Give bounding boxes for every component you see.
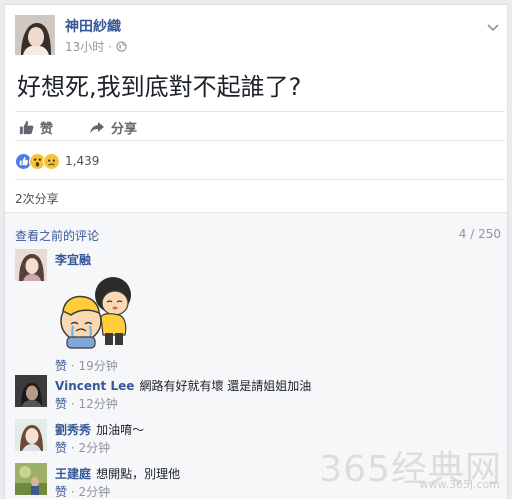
author-avatar[interactable] xyxy=(15,15,55,55)
comment-like-link[interactable]: 赞 xyxy=(55,359,67,373)
comment-body: 劉秀秀 加油唷～ xyxy=(55,419,144,438)
share-label: 分享 xyxy=(111,122,138,137)
like-label: 赞 xyxy=(40,122,54,137)
chevron-down-icon[interactable] xyxy=(485,19,501,35)
post-author-name[interactable]: 神田紗織 xyxy=(65,16,121,36)
comment-time[interactable]: 2分钟 xyxy=(79,441,111,455)
comment-meta: 赞 · 19分钟 xyxy=(55,357,118,374)
comment-item: Vincent Lee 網路有好就有壞 還是請姐姐加油 赞 · 12分钟 xyxy=(15,375,495,411)
comment-meta: 赞 · 12分钟 xyxy=(55,395,118,412)
share-button[interactable]: 分享 xyxy=(89,118,137,137)
commenter-name[interactable]: 王建庭 xyxy=(55,467,91,481)
crying-sticker-icon[interactable] xyxy=(55,269,141,349)
comment-like-link[interactable]: 赞 xyxy=(55,441,67,455)
globe-icon xyxy=(116,41,127,52)
thumbs-up-icon xyxy=(19,120,34,135)
commenter-name[interactable]: 李宜融 xyxy=(55,253,91,267)
post-actions: 赞 分享 xyxy=(15,111,505,141)
comment-text: 想開點，別理他 xyxy=(96,467,181,481)
comment-body: 王建庭 想開點，別理他 xyxy=(55,463,180,482)
sad-icon xyxy=(43,152,60,170)
comment-page-count: 4 / 250 xyxy=(458,227,501,241)
meta-separator: · xyxy=(70,397,75,411)
comment-body: Vincent Lee 網路有好就有壞 還是請姐姐加油 xyxy=(55,375,311,394)
post-meta: 13小时 · xyxy=(65,38,127,55)
like-button[interactable]: 赞 xyxy=(19,118,53,137)
view-previous-comments-link[interactable]: 查看之前的评论 xyxy=(15,227,99,244)
post-text: 好想死,我到底對不起誰了? xyxy=(17,73,302,101)
comment-text: 加油唷～ xyxy=(96,423,145,437)
commenter-name[interactable]: Vincent Lee xyxy=(55,379,134,393)
commenter-name[interactable]: 劉秀秀 xyxy=(55,423,91,437)
meta-separator: · xyxy=(70,359,75,373)
comment-text: 網路有好就有壞 還是請姐姐加油 xyxy=(139,379,312,393)
comment-meta: 赞 · 2分钟 xyxy=(55,439,110,456)
post-card: 神田紗織 13小时 · 好想死,我到底對不起誰了? 赞 分享 1,439 2次分… xyxy=(4,4,508,499)
comment-body: 李宜融 xyxy=(55,249,91,268)
comment-like-link[interactable]: 赞 xyxy=(55,485,67,499)
commenter-avatar[interactable] xyxy=(15,249,47,281)
comment-item: 李宜融 赞 · 19分钟 xyxy=(15,249,495,373)
reactions-summary[interactable]: 1,439 xyxy=(15,151,99,171)
post-time[interactable]: 13小时 xyxy=(65,38,104,55)
meta-separator: · xyxy=(70,441,75,455)
reaction-count: 1,439 xyxy=(65,154,100,168)
share-count[interactable]: 2次分享 xyxy=(15,190,59,207)
commenter-avatar[interactable] xyxy=(15,463,47,495)
meta-separator: · xyxy=(70,485,75,499)
commenter-avatar[interactable] xyxy=(15,419,47,451)
comment-time[interactable]: 12分钟 xyxy=(79,397,118,411)
meta-separator: · xyxy=(108,39,113,54)
comment-time[interactable]: 19分钟 xyxy=(79,359,118,373)
watermark-url: www.365j.com xyxy=(419,478,500,491)
comment-meta: 赞 · 2分钟 xyxy=(55,483,110,499)
comment-like-link[interactable]: 赞 xyxy=(55,397,67,411)
share-arrow-icon xyxy=(90,121,104,134)
commenter-avatar[interactable] xyxy=(15,375,47,407)
post-header: 神田紗織 13小时 · xyxy=(15,15,505,61)
comment-time[interactable]: 2分钟 xyxy=(79,485,111,499)
divider xyxy=(15,179,505,180)
